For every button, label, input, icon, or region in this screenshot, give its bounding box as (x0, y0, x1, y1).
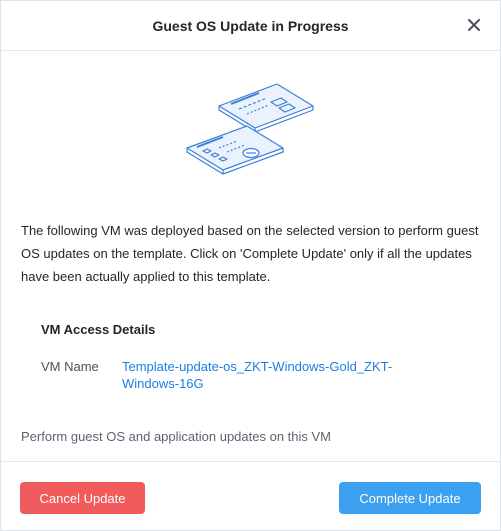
cancel-update-button[interactable]: Cancel Update (20, 482, 145, 514)
vm-name-link[interactable]: Template-update-os_ZKT-Windows-Gold_ZKT-… (122, 358, 432, 392)
dialog-header: Guest OS Update in Progress (1, 1, 500, 51)
vm-access-details-heading: VM Access Details (41, 322, 156, 337)
footnote-text: Perform guest OS and application updates… (21, 429, 332, 444)
dialog-title: Guest OS Update in Progress (152, 18, 349, 34)
complete-update-button[interactable]: Complete Update (339, 482, 481, 514)
guest-os-update-dialog: Guest OS Update in Progress The followin… (0, 0, 501, 531)
dialog-footer: Cancel Update Complete Update (1, 461, 500, 530)
vm-name-label: VM Name (41, 359, 99, 374)
documents-illustration-icon (186, 83, 314, 175)
description-text: The following VM was deployed based on t… (21, 223, 479, 284)
close-icon[interactable] (462, 13, 486, 37)
